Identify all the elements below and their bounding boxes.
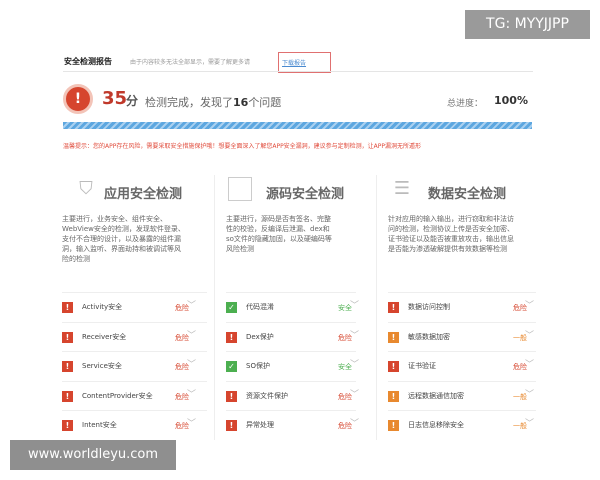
score-unit: 分 [126,94,139,108]
exclamation-icon: ! [226,420,237,431]
check-icon: ✓ [226,361,237,372]
check-item[interactable]: ! 日志信息移除安全 一般 ﹀ [388,410,536,439]
exclamation-icon: ! [62,420,73,431]
chevron-down-icon[interactable]: ﹀ [525,328,534,341]
watermark-bottom: www.worldleyu.com [10,440,176,470]
chevron-down-icon[interactable]: ﹀ [350,387,359,400]
check-item[interactable]: ! Intent安全 危险 ﹀ [62,410,207,439]
column-description: 主要进行，业务安全、组件安全、WebView安全的检测，发现软件登录、支付不合理… [62,215,185,263]
exclamation-icon: ! [388,420,399,431]
column-0: ⛉ 应用安全检测 主要进行，业务安全、组件安全、WebView安全的检测，发现软… [62,175,207,440]
exclamation-icon: ! [62,390,73,402]
check-item-label: 日志信息移除安全 [408,421,464,429]
score-value: 35 [102,88,128,109]
chevron-down-icon[interactable]: ﹀ [350,416,359,429]
server-icon: ☰ [393,178,411,199]
chevron-down-icon[interactable]: ﹀ [350,298,359,311]
alert-icon: ! [63,84,93,114]
check-item[interactable]: ✓ SO保护 安全 ﹀ [226,351,359,380]
check-item-label: Receiver安全 [82,332,127,341]
check-item-label: Dex保护 [246,332,274,341]
chevron-down-icon[interactable]: ﹀ [525,387,534,400]
chevron-down-icon[interactable]: ﹀ [187,416,196,429]
divider [63,71,533,72]
column-1: 源码安全检测 主要进行，源码是否有签名、完整性的校验，反编译后泄漏、dex和so… [226,175,359,440]
check-item-label: SO保护 [246,362,270,370]
column-description: 针对应用的输入输出，进行窃取和非法访问的检测，检测协议上传是否安全加密、证书验证… [388,215,514,253]
chevron-down-icon[interactable]: ﹀ [350,357,359,370]
column-description: 主要进行，源码是否有签名、完整性的校验，反编译后泄漏、dex和so文件的隐藏加固… [226,215,332,253]
column-separator [376,175,377,440]
progress-value: 100% [494,94,528,107]
check-item[interactable]: ! Service安全 危险 ﹀ [62,351,207,380]
check-item[interactable]: ! Dex保护 危险 ﹀ [226,321,359,351]
watermark-top: TG: MYYJJPP [465,10,590,39]
chevron-down-icon[interactable]: ﹀ [187,357,196,370]
chevron-down-icon[interactable]: ﹀ [525,416,534,429]
check-item-label: Activity安全 [82,303,123,311]
exclamation-icon: ! [62,361,73,372]
check-item-label: Intent安全 [82,421,117,429]
warning-text: 温馨提示：您的APP存在风险，需要采取安全措施保护哦！想要全面深入了解您APP安… [63,143,422,150]
chevron-down-icon[interactable]: ﹀ [187,328,196,341]
page-title: 安全检测报告 [64,57,112,66]
column-title: 数据安全检测 [428,187,507,202]
column-separator [214,175,215,440]
column-title: 源码安全检测 [266,187,345,202]
exclamation-icon: ! [62,331,73,343]
issue-count: 16 [233,96,249,109]
check-item[interactable]: ! 敏感数据加密 一般 ﹀ [388,321,536,351]
result-text: 检测完成，发现了16个问题 [145,94,281,110]
exclamation-icon: ! [388,390,399,402]
result-post: 个问题 [248,96,282,109]
exclamation-icon: ! [388,331,399,343]
chevron-down-icon[interactable]: ﹀ [187,298,196,311]
check-item[interactable]: ! 证书验证 危险 ﹀ [388,351,536,380]
exclamation-icon: ! [226,331,237,343]
check-item-label: 异常处理 [246,421,274,429]
check-item-label: 证书验证 [408,362,436,370]
check-item-label: 资源文件保护 [246,391,288,400]
check-item[interactable]: ! 数据访问控制 危险 ﹀ [388,292,536,321]
progress-bar [63,122,532,129]
check-item-label: 敏感数据加密 [408,332,450,341]
exclamation-icon: ! [388,361,399,372]
check-item-label: 数据访问控制 [408,303,450,311]
chevron-down-icon[interactable]: ﹀ [187,387,196,400]
check-item-label: Service安全 [82,362,122,370]
check-item[interactable]: ✓ 代码混淆 安全 ﹀ [226,292,359,321]
check-icon: ✓ [226,302,237,313]
exclamation-icon: ! [226,390,237,402]
column-title: 应用安全检测 [104,187,183,202]
check-item-label: ContentProvider安全 [82,391,153,400]
check-item[interactable]: ! ContentProvider安全 危险 ﹀ [62,380,207,410]
chevron-down-icon[interactable]: ﹀ [350,328,359,341]
shield-icon: ⛉ [79,178,93,199]
progress-label: 总进度： [447,99,484,109]
progress-fill [63,122,532,129]
download-report-link[interactable]: 下载报告 [278,52,331,73]
check-item-label: 代码混淆 [246,303,274,311]
column-2: ☰ 数据安全检测 针对应用的输入输出，进行窃取和非法访问的检测，检测协议上传是否… [388,175,536,440]
header-note: 由于内容较多无法全部显示，需要了解更多请 [130,59,251,66]
check-item[interactable]: ! Activity安全 危险 ﹀ [62,292,207,321]
check-item[interactable]: ! 远程数据通信加密 一般 ﹀ [388,380,536,410]
code-icon [228,177,252,201]
result-pre: 检测完成，发现了 [145,96,233,109]
check-item[interactable]: ! 资源文件保护 危险 ﹀ [226,380,359,410]
exclamation-icon: ! [388,302,399,313]
check-item-label: 远程数据通信加密 [408,391,464,400]
check-item[interactable]: ! 异常处理 危险 ﹀ [226,410,359,439]
chevron-down-icon[interactable]: ﹀ [525,357,534,370]
check-item[interactable]: ! Receiver安全 危险 ﹀ [62,321,207,351]
exclamation-icon: ! [62,302,73,313]
chevron-down-icon[interactable]: ﹀ [525,298,534,311]
